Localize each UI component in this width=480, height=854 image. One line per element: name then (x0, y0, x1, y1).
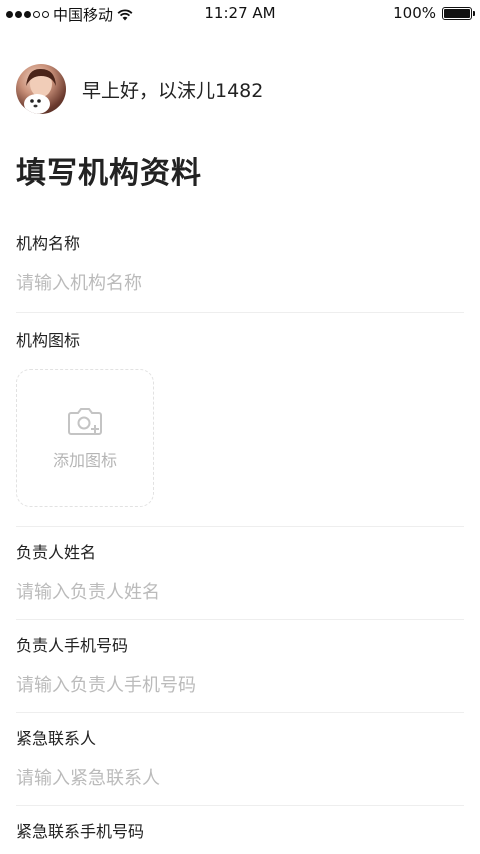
owner-phone-input[interactable] (16, 674, 464, 698)
owner-name-field: 负责人姓名 (16, 527, 464, 619)
emergency-phone-label: 紧急联系手机号码 (16, 822, 145, 841)
status-bar: 中国移动 11:27 AM 100% (0, 0, 480, 28)
owner-phone-label: 负责人手机号码 (16, 636, 129, 655)
add-icon-label: 添加图标 (52, 451, 117, 470)
avatar[interactable] (16, 64, 66, 114)
owner-name-input[interactable] (16, 581, 464, 605)
greeting-text: 早上好，以沫儿1482 (82, 79, 264, 102)
owner-phone-field: 负责人手机号码 (16, 620, 464, 712)
camera-icon (68, 408, 102, 435)
battery-percent: 100% (393, 4, 436, 22)
org-icon-field: 机构图标 添加图标 (16, 313, 464, 526)
status-right: 100% (393, 4, 475, 22)
org-name-input[interactable] (16, 272, 464, 296)
org-icon-label: 机构图标 (16, 331, 81, 350)
emergency-phone-field: 紧急联系手机号码 (16, 806, 464, 844)
org-info-form: 机构名称 机构图标 添加图标 负责人姓名 负责人手机号码 紧急联系人 紧急联系手… (16, 232, 464, 844)
add-icon-button[interactable]: 添加图标 (16, 369, 154, 507)
org-name-field: 机构名称 (16, 232, 464, 312)
owner-name-label: 负责人姓名 (16, 543, 97, 562)
battery-icon (442, 6, 475, 20)
emergency-contact-field: 紧急联系人 (16, 713, 464, 805)
org-name-label: 机构名称 (16, 234, 81, 253)
greeting: 早上好，以沫儿1482 (16, 64, 263, 114)
emergency-contact-label: 紧急联系人 (16, 729, 97, 748)
emergency-contact-input[interactable] (16, 767, 464, 791)
page-title: 填写机构资料 (16, 156, 202, 191)
avatar-image (24, 68, 56, 114)
